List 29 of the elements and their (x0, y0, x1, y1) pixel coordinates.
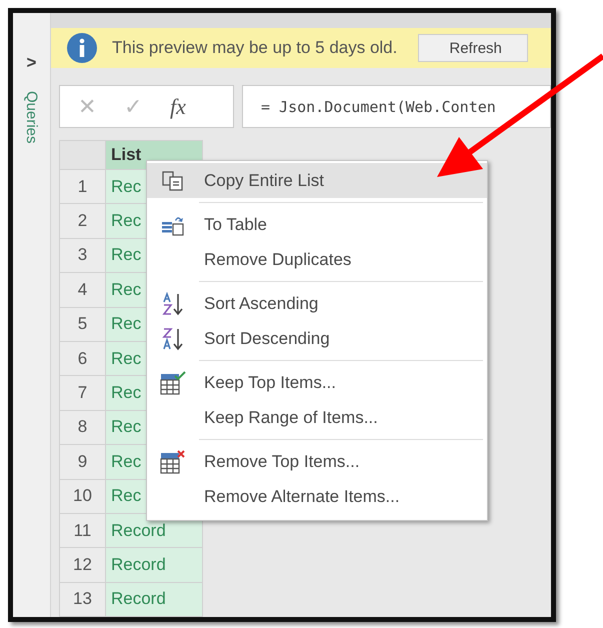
row-number: 6 (59, 342, 106, 376)
expand-glyph[interactable]: > (26, 53, 36, 73)
row-number: 2 (59, 204, 106, 239)
info-icon (67, 33, 97, 63)
menu-item[interactable]: Copy Entire List (147, 163, 487, 198)
table-cell: Record (106, 548, 203, 583)
row-number: 1 (59, 170, 106, 204)
row-number: 12 (59, 548, 106, 583)
row-number: 10 (59, 480, 106, 514)
keep-rows-icon (160, 370, 186, 394)
row-number: 3 (59, 238, 106, 274)
row-number: 4 (59, 273, 106, 308)
table-cell: Record (106, 582, 203, 617)
corner-cell (59, 140, 106, 170)
remove-rows-icon (160, 450, 186, 474)
row-number: 5 (59, 308, 106, 342)
row-number: 8 (59, 410, 106, 446)
copy-icon (162, 170, 184, 190)
info-message: This preview may be up to 5 days old. (112, 38, 398, 58)
sort-ascending-icon (160, 292, 184, 316)
row-number: 13 (59, 582, 106, 617)
row-number: 7 (59, 376, 106, 411)
formula-field[interactable]: = Json.Document(Web.Conten (242, 85, 551, 128)
queries-label[interactable]: Queries (23, 91, 40, 144)
row-number: 9 (59, 445, 106, 480)
row-number: 11 (59, 514, 106, 548)
refresh-button[interactable]: Refresh (418, 34, 528, 62)
sort-descending-icon (160, 326, 184, 350)
fx-label[interactable]: fx (170, 94, 186, 120)
